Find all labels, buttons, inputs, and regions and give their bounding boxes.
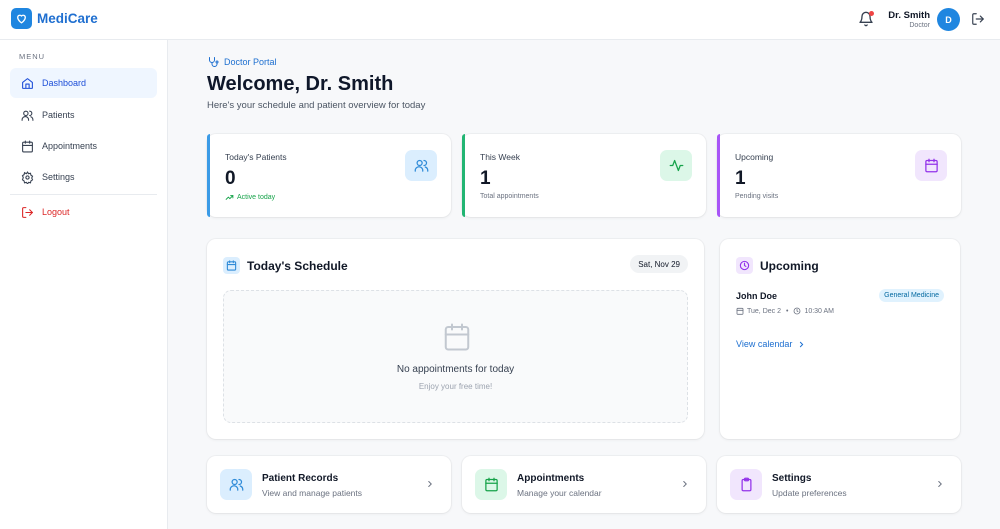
calendar-icon	[475, 469, 507, 500]
sidebar-item-label: Patients	[42, 110, 75, 120]
user-info: Dr. Smith Doctor	[888, 10, 930, 29]
app-logo[interactable]: MediCare	[11, 8, 98, 29]
specialty-badge: General Medicine	[879, 289, 944, 302]
logout-icon[interactable]	[971, 12, 985, 26]
user-role: Doctor	[909, 22, 930, 29]
sidebar: MENU Dashboard Patients Appointments Set…	[0, 40, 168, 529]
sidebar-item-settings[interactable]: Settings	[10, 162, 157, 192]
calendar-icon	[736, 307, 744, 315]
view-calendar-link[interactable]: View calendar	[736, 339, 806, 349]
accent-bar	[207, 134, 210, 217]
users-icon	[220, 469, 252, 500]
appointment-time: 10:30 AM	[804, 307, 835, 315]
calendar-icon	[444, 323, 470, 351]
quick-link-title: Appointments	[517, 473, 585, 484]
appointment-date: Tue, Dec 2	[747, 307, 781, 315]
card-title: Today's Schedule	[223, 257, 348, 274]
stat-note-text: Active today	[237, 194, 276, 201]
sidebar-item-label: Logout	[42, 207, 70, 217]
stat-card-this-week: This Week 1 Total appointments	[462, 134, 706, 217]
quick-link-settings[interactable]: Settings Update preferences	[717, 456, 961, 513]
top-bar: MediCare Dr. Smith Doctor D	[0, 0, 1000, 40]
sidebar-item-label: Settings	[42, 172, 75, 182]
page-title: Welcome, Dr. Smith	[207, 73, 394, 95]
users-icon	[21, 110, 34, 121]
card-title-text: Upcoming	[760, 258, 819, 273]
chevron-right-icon	[938, 481, 942, 487]
appointment-meta: Tue, Dec 2 • 10:30 AM	[736, 307, 834, 315]
portal-label-text: Doctor Portal	[224, 57, 277, 67]
user-name: Dr. Smith	[888, 10, 930, 21]
stat-value: 1	[735, 168, 746, 189]
calendar-icon	[22, 140, 33, 152]
sidebar-item-label: Appointments	[42, 141, 98, 151]
sidebar-item-dashboard[interactable]: Dashboard	[10, 68, 157, 98]
empty-state-subtitle: Enjoy your free time!	[418, 382, 493, 391]
stat-note: Active today	[225, 193, 275, 202]
calendar-icon	[223, 257, 240, 274]
app-name: MediCare	[37, 11, 98, 26]
clock-icon	[794, 307, 801, 315]
page-subtitle: Here's your schedule and patient overvie…	[207, 100, 426, 111]
sidebar-item-appointments[interactable]: Appointments	[10, 131, 157, 161]
card-title: Upcoming	[736, 257, 819, 274]
stat-note: Total appointments	[480, 193, 539, 200]
stat-value: 1	[480, 168, 491, 189]
date-badge: Sat, Nov 29	[630, 255, 688, 273]
empty-state: No appointments for today Enjoy your fre…	[223, 290, 688, 423]
portal-label: Doctor Portal	[207, 56, 277, 68]
appointment-patient[interactable]: John Doe	[736, 291, 777, 301]
sidebar-item-label: Dashboard	[42, 78, 87, 88]
logout-icon	[22, 206, 33, 218]
home-icon	[22, 77, 33, 89]
separator-dot: •	[785, 307, 789, 315]
chevron-right-icon	[428, 481, 432, 487]
chevron-right-icon	[800, 341, 804, 347]
quick-link-title: Patient Records	[262, 473, 339, 484]
stat-value: 0	[225, 168, 236, 189]
sidebar-item-patients[interactable]: Patients	[10, 100, 157, 130]
quick-link-patient-records[interactable]: Patient Records View and manage patients	[207, 456, 451, 513]
chevron-right-icon	[683, 481, 687, 487]
quick-link-subtitle: Update preferences	[772, 488, 847, 498]
menu-label: MENU	[19, 52, 46, 61]
activity-icon	[660, 150, 692, 181]
todays-schedule-card: Today's Schedule Sat, Nov 29 No appointm…	[207, 239, 704, 439]
stat-label: Upcoming	[735, 152, 774, 162]
card-title-text: Today's Schedule	[247, 258, 348, 273]
upcoming-card: Upcoming John Doe General Medicine Tue, …	[720, 239, 960, 439]
trending-up-icon	[225, 195, 234, 200]
gear-icon	[21, 170, 34, 184]
heart-icon	[11, 8, 32, 29]
calendar-icon	[915, 150, 947, 181]
avatar[interactable]: D	[937, 8, 960, 31]
empty-state-title: No appointments for today	[396, 364, 515, 375]
nav-divider	[10, 194, 157, 195]
stat-card-todays-patients: Today's Patients 0 Active today	[207, 134, 451, 217]
view-calendar-text: View calendar	[736, 339, 793, 349]
quick-link-appointments[interactable]: Appointments Manage your calendar	[462, 456, 706, 513]
stethoscope-icon	[209, 57, 219, 67]
quick-link-title: Settings	[772, 473, 812, 484]
clock-icon	[736, 257, 753, 274]
sidebar-item-logout[interactable]: Logout	[10, 197, 157, 227]
accent-bar	[462, 134, 465, 217]
stat-label: Today's Patients	[225, 152, 287, 162]
clipboard-icon	[730, 469, 762, 500]
stat-note: Pending visits	[735, 193, 779, 200]
quick-link-subtitle: Manage your calendar	[517, 488, 602, 498]
users-icon	[405, 150, 437, 181]
stat-card-upcoming: Upcoming 1 Pending visits	[717, 134, 961, 217]
accent-bar	[717, 134, 720, 217]
notification-dot	[869, 11, 874, 16]
quick-link-subtitle: View and manage patients	[262, 488, 363, 498]
stat-label: This Week	[480, 152, 520, 162]
